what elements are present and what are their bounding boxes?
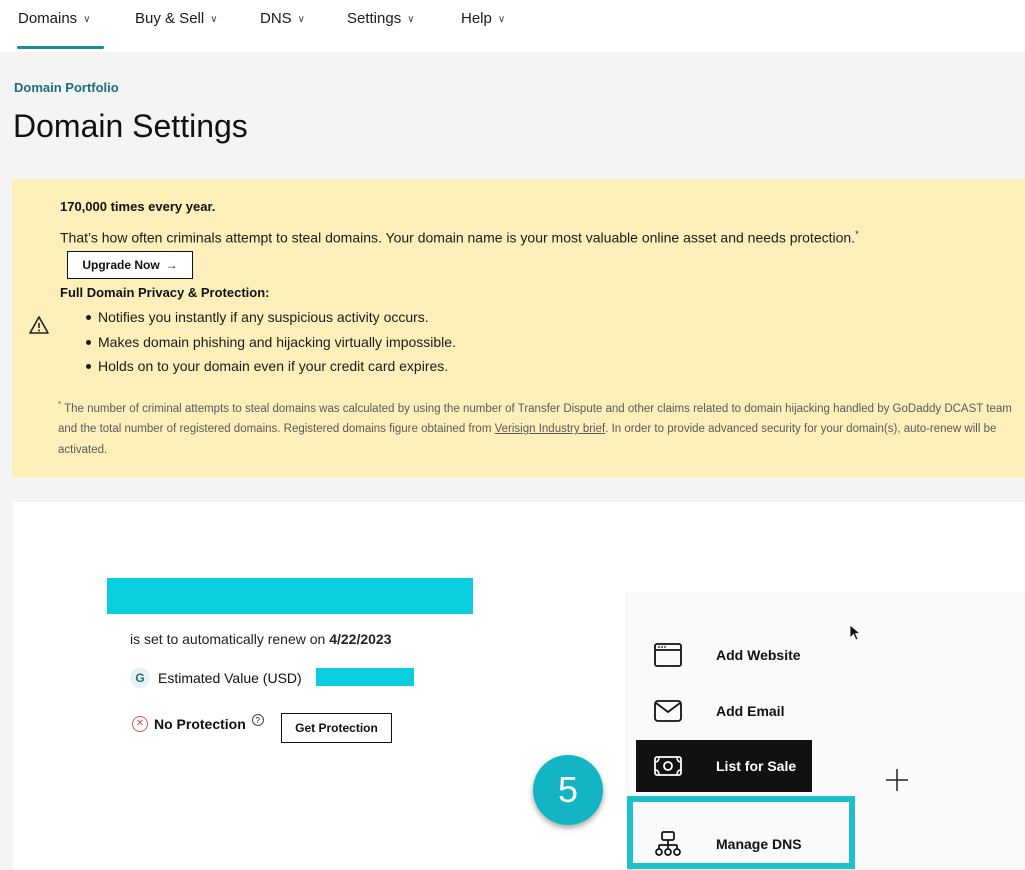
nav-buy-sell-label: Buy & Sell — [135, 10, 205, 27]
upgrade-now-label: Upgrade Now — [82, 258, 160, 272]
chevron-down-icon: ∨ — [497, 14, 506, 25]
nav-buy-sell[interactable]: Buy & Sell ∨ — [135, 10, 218, 27]
banner-body-text: That’s how often criminals attempt to st… — [60, 229, 856, 246]
banner-headline: 170,000 times every year. — [60, 199, 216, 214]
estimated-value-label: Estimated Value (USD) — [158, 670, 302, 686]
nav-dns-label: DNS — [260, 10, 292, 27]
chevron-down-icon: ∨ — [407, 14, 415, 25]
list-item: Makes domain phishing and hijacking virt… — [84, 332, 456, 357]
manage-dns-highlight — [627, 796, 855, 869]
features-list: Notifies you instantly if any suspicious… — [84, 307, 456, 381]
page-title: Domain Settings — [13, 108, 248, 144]
estimated-value-row: G Estimated Value (USD) — [130, 668, 302, 688]
nav-domains[interactable]: Domains ∨ — [18, 10, 91, 27]
renew-status: is set to automatically renew on 4/22/20… — [130, 631, 392, 647]
list-item: Holds on to your domain even if your cre… — [84, 356, 456, 381]
cash-icon — [654, 756, 682, 776]
godaddy-g-icon: G — [130, 668, 150, 688]
envelope-icon — [654, 700, 682, 722]
banner-body: That’s how often criminals attempt to st… — [60, 229, 859, 246]
warning-icon — [29, 316, 49, 334]
top-nav: Domains ∨ Buy & Sell ∨ DNS ∨ Settings ∨ … — [0, 0, 1025, 52]
redacted-estimated-value — [316, 668, 414, 686]
verisign-link[interactable]: Verisign Industry brief — [495, 423, 606, 435]
x-circle-icon: ✕ — [132, 716, 148, 732]
upgrade-now-button[interactable]: Upgrade Now → — [67, 251, 193, 279]
arrow-right-icon: → — [165, 258, 178, 272]
banner-footnote: * The number of criminal attempts to ste… — [58, 395, 1018, 460]
browser-window-icon — [654, 643, 682, 667]
renew-prefix: is set to automatically renew on — [130, 631, 330, 647]
nav-settings-label: Settings — [347, 10, 402, 27]
nav-help[interactable]: Help ∨ — [461, 10, 505, 27]
breadcrumb[interactable]: Domain Portfolio — [14, 80, 119, 95]
add-email-action[interactable]: Add Email — [636, 685, 812, 737]
renew-date: 4/22/2023 — [329, 631, 392, 647]
redacted-domain-name — [107, 578, 473, 614]
protection-status: No Protection — [154, 716, 246, 732]
banner-body-mark: * — [855, 229, 859, 239]
chevron-down-icon: ∨ — [297, 14, 305, 25]
step-badge: 5 — [533, 755, 603, 825]
nav-settings[interactable]: Settings ∨ — [347, 10, 415, 27]
add-email-label: Add Email — [716, 703, 785, 719]
protection-row: ✕ No Protection ? — [132, 714, 264, 732]
get-protection-button[interactable]: Get Protection — [281, 713, 392, 743]
plus-icon — [886, 769, 908, 791]
list-for-sale-action[interactable]: List for Sale — [636, 740, 812, 792]
add-website-action[interactable]: Add Website — [636, 629, 812, 681]
features-title: Full Domain Privacy & Protection: — [60, 285, 270, 300]
nav-help-label: Help — [461, 10, 492, 27]
active-tab-indicator — [17, 46, 104, 49]
chevron-down-icon: ∨ — [83, 14, 91, 25]
add-website-label: Add Website — [716, 647, 801, 663]
nav-dns[interactable]: DNS ∨ — [260, 10, 305, 27]
chevron-down-icon: ∨ — [210, 14, 218, 25]
nav-domains-label: Domains — [18, 10, 78, 27]
help-icon[interactable]: ? — [251, 714, 264, 726]
list-item: Notifies you instantly if any suspicious… — [84, 307, 456, 332]
list-for-sale-label: List for Sale — [716, 758, 797, 774]
mouse-cursor-icon — [849, 624, 861, 641]
